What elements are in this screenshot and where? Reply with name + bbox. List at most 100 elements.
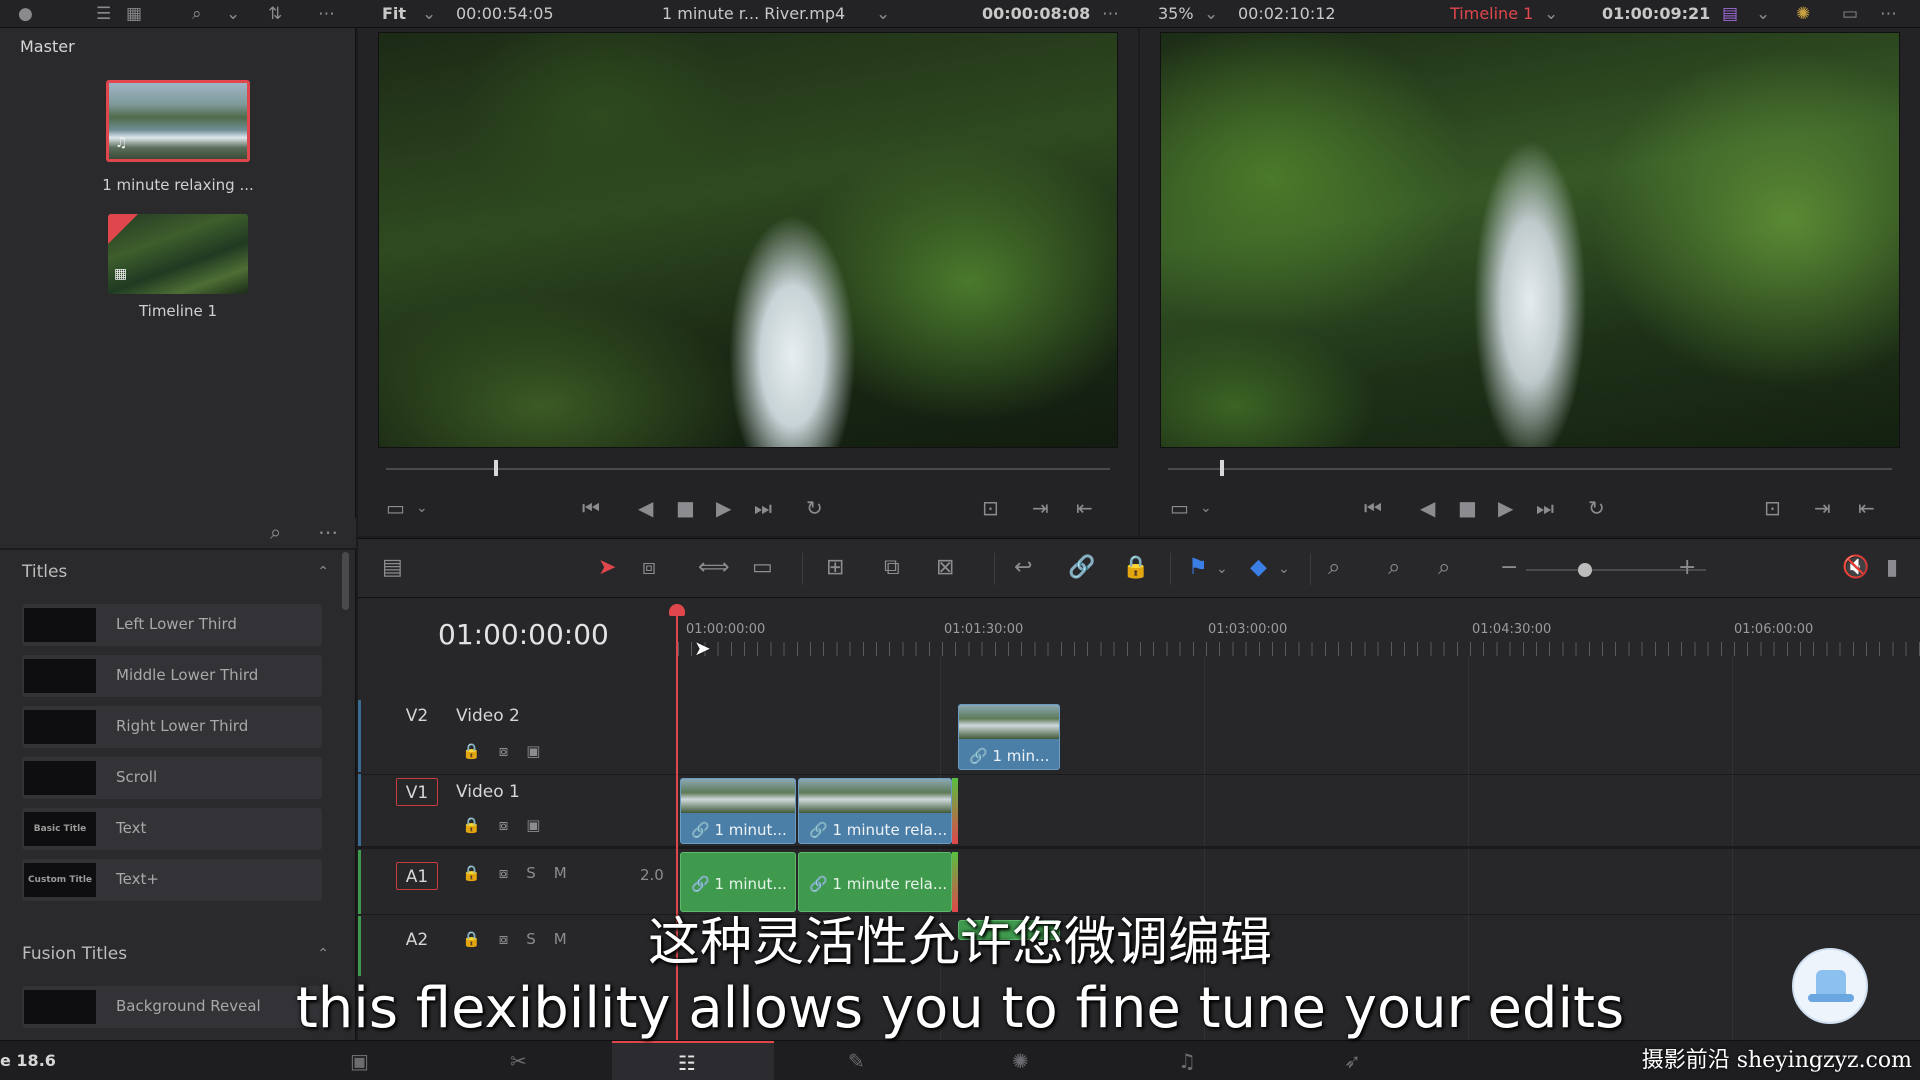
more-options-icon[interactable]: ⋯ <box>318 4 335 24</box>
more-options-icon[interactable]: ⋯ <box>318 520 338 544</box>
stop-icon[interactable]: ■ <box>1458 496 1477 520</box>
track-header-v1[interactable]: V1 Video 1 🔒⧇▣ <box>358 774 678 846</box>
color-wheel-icon[interactable]: ✺ <box>1796 4 1810 24</box>
fairlight-page-icon[interactable]: ♫ <box>1178 1049 1196 1073</box>
zoom-custom-icon[interactable]: ⌕ <box>1438 555 1450 580</box>
viewer-options-icon[interactable]: ▭ <box>386 496 405 520</box>
disable-track-icon[interactable]: ▣ <box>526 816 558 834</box>
lock-icon[interactable]: 🔒 <box>462 742 499 760</box>
zoom-full-icon[interactable]: ⌕ <box>1328 555 1340 580</box>
mute-track-icon[interactable]: M <box>554 864 585 882</box>
dynamic-trim-icon[interactable]: ⟺ <box>698 555 730 580</box>
stop-icon[interactable]: ■ <box>676 496 695 520</box>
source-clip-name[interactable]: 1 minute r... River.mp4 <box>662 4 845 23</box>
lock-icon[interactable]: 🔒 <box>462 864 499 882</box>
fullscreen-icon[interactable]: ▭ <box>1842 4 1858 24</box>
fit-dropdown[interactable]: Fit <box>382 4 406 23</box>
jump-to-end-icon[interactable]: ⏭ <box>754 496 772 520</box>
solo-icon[interactable]: S <box>526 864 554 882</box>
viewer-options-icon[interactable]: ▭ <box>1170 496 1189 520</box>
auto-select-icon[interactable]: ⧇ <box>499 864 527 882</box>
source-video-frame[interactable] <box>378 32 1118 448</box>
play-icon[interactable]: ▶ <box>1498 496 1513 520</box>
zoom-dropdown[interactable]: 35% <box>1158 4 1194 23</box>
trim-tool-icon[interactable]: ⧈ <box>642 555 656 580</box>
auto-select-icon[interactable]: ⧇ <box>499 742 527 760</box>
play-reverse-icon[interactable]: ◀ <box>638 496 653 520</box>
play-reverse-icon[interactable]: ◀ <box>1420 496 1435 520</box>
title-item[interactable]: Custom Title Text+ <box>22 859 322 901</box>
chevron-down-icon[interactable]: ⌄ <box>1204 4 1218 24</box>
video-clip-v1-b[interactable]: 🔗 1 minute rela... <box>798 778 952 844</box>
timeline-ruler[interactable]: 01:00:00:00 01:01:30:00 01:03:00:00 01:0… <box>678 608 1920 658</box>
title-item[interactable]: Right Lower Third <box>22 706 322 748</box>
mark-out-icon[interactable]: ⇤ <box>1858 496 1875 520</box>
jump-to-start-icon[interactable]: ⏮ <box>582 496 600 520</box>
zoom-slider-handle[interactable] <box>1578 563 1592 577</box>
blade-tool-icon[interactable]: ▭ <box>752 555 773 580</box>
mark-out-icon[interactable]: ⇤ <box>1076 496 1093 520</box>
titles-section-header[interactable]: Titles <box>22 562 67 582</box>
chevron-down-icon[interactable]: ⌄ <box>416 500 428 516</box>
deliver-page-icon[interactable]: ➶ <box>1344 1049 1361 1073</box>
clip-display-icon[interactable]: ▤ <box>1722 4 1738 24</box>
disable-track-icon[interactable]: ▣ <box>526 742 558 760</box>
timeline-thumbnail[interactable]: ▦ <box>108 214 248 294</box>
mark-in-icon[interactable]: ⇥ <box>1032 496 1049 520</box>
snapping-icon[interactable]: ↩ <box>1014 555 1032 580</box>
sort-icon[interactable]: ⇅ <box>268 4 282 24</box>
match-frame-icon[interactable]: ⊡ <box>1764 496 1781 520</box>
chevron-down-icon[interactable]: ⌄ <box>422 4 436 24</box>
auto-select-icon[interactable]: ⧇ <box>499 816 527 834</box>
jump-to-end-icon[interactable]: ⏭ <box>1536 496 1554 520</box>
title-item[interactable]: Left Lower Third <box>22 604 322 646</box>
chevron-down-icon[interactable]: ⌄ <box>1216 561 1228 577</box>
list-view-icon[interactable]: ☰ <box>96 4 111 24</box>
more-options-icon[interactable]: ⋯ <box>1880 4 1897 24</box>
chevron-down-icon[interactable]: ⌄ <box>1756 4 1770 24</box>
loop-icon[interactable]: ↻ <box>806 496 823 520</box>
chevron-down-icon[interactable]: ⌄ <box>1544 4 1558 24</box>
marker-icon[interactable]: ◆ <box>1250 555 1267 580</box>
color-page-icon[interactable]: ✺ <box>1012 1049 1029 1073</box>
title-item[interactable]: Middle Lower Third <box>22 655 322 697</box>
timeline-scrubber-handle[interactable] <box>1220 460 1224 476</box>
title-item[interactable]: Scroll <box>22 757 322 799</box>
position-lock-icon[interactable]: 🔒 <box>1122 555 1149 580</box>
timeline-current-timecode[interactable]: 01:00:00:00 <box>438 618 609 651</box>
audio-meter-icon[interactable]: ▮ <box>1886 555 1898 580</box>
replace-clip-icon[interactable]: ⊠ <box>936 555 954 580</box>
chevron-up-icon[interactable]: ⌃ <box>317 564 329 580</box>
linked-selection-icon[interactable]: 🔗 <box>1068 555 1095 580</box>
menu-dot-icon[interactable]: ● <box>18 4 33 24</box>
zoom-out-icon[interactable]: − <box>1500 555 1518 580</box>
chevron-down-icon[interactable]: ⌄ <box>226 4 240 24</box>
chevron-down-icon[interactable]: ⌄ <box>876 4 890 24</box>
mute-icon[interactable]: 🔇 <box>1842 555 1869 580</box>
zoom-in-icon[interactable]: + <box>1678 555 1696 580</box>
mark-in-icon[interactable]: ⇥ <box>1814 496 1831 520</box>
loop-icon[interactable]: ↻ <box>1588 496 1605 520</box>
chevron-down-icon[interactable]: ⌄ <box>1278 561 1290 577</box>
source-scrubber-handle[interactable] <box>494 460 498 476</box>
video-clip-v2[interactable]: 🔗 1 min... <box>958 704 1060 770</box>
zoom-detail-icon[interactable]: ⌕ <box>1388 555 1400 580</box>
selection-tool-icon[interactable]: ➤ <box>598 555 616 580</box>
bin-name[interactable]: Master <box>20 37 75 56</box>
edit-page-tab-active[interactable]: ☷ <box>612 1041 774 1080</box>
timeline-scrubber[interactable] <box>1168 468 1892 470</box>
fusion-page-icon[interactable]: ✎ <box>848 1049 865 1073</box>
overwrite-clip-icon[interactable]: ⧉ <box>884 555 900 580</box>
timeline-name-dropdown[interactable]: Timeline 1 <box>1450 4 1533 23</box>
media-page-icon[interactable]: ▣ <box>350 1049 369 1073</box>
search-icon[interactable]: ⌕ <box>270 520 281 544</box>
jump-to-start-icon[interactable]: ⏮ <box>1364 496 1382 520</box>
more-options-icon[interactable]: ⋯ <box>1102 4 1119 24</box>
flag-icon[interactable]: ⚑ <box>1188 555 1208 580</box>
effects-scrollbar[interactable] <box>342 552 349 610</box>
timeline-view-options-icon[interactable]: ▤ <box>382 555 403 580</box>
grid-view-icon[interactable]: ▦ <box>126 4 142 24</box>
video-clip-v1-a[interactable]: 🔗 1 minut... <box>680 778 796 844</box>
play-icon[interactable]: ▶ <box>716 496 731 520</box>
lock-icon[interactable]: 🔒 <box>462 816 499 834</box>
